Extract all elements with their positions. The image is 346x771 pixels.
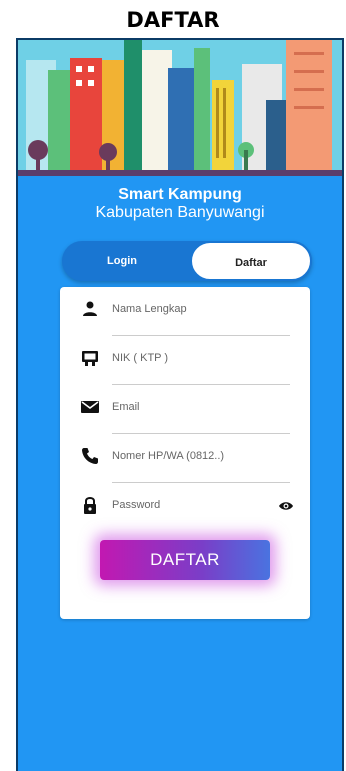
register-form-card: DAFTAR <box>60 287 310 619</box>
id-card-icon <box>82 351 98 366</box>
password-input[interactable] <box>112 495 272 515</box>
phone-screen: Smart Kampung Kabupaten Banyuwangi Login… <box>16 38 344 771</box>
submit-button-wrap: DAFTAR <box>100 540 270 580</box>
phone-input[interactable] <box>112 446 272 466</box>
lock-icon <box>84 497 96 514</box>
app-subtitle: Kabupaten Banyuwangi <box>95 204 265 221</box>
app-title: Smart Kampung <box>118 186 242 203</box>
eye-icon[interactable] <box>278 499 294 513</box>
nik-field <box>80 336 290 385</box>
name-field <box>80 287 290 336</box>
email-field <box>80 385 290 434</box>
daftar-button[interactable]: DAFTAR <box>100 540 270 580</box>
name-input[interactable] <box>112 299 272 319</box>
email-icon <box>81 401 99 413</box>
auth-tab-toggle: Login Daftar <box>62 241 312 281</box>
phone-icon <box>82 448 98 464</box>
screen-caption: DAFTAR <box>126 8 220 32</box>
city-banner-illustration <box>18 40 342 182</box>
tab-daftar[interactable]: Daftar <box>190 241 312 281</box>
phone-field <box>80 434 290 483</box>
nik-input[interactable] <box>112 348 272 368</box>
email-input[interactable] <box>112 397 272 417</box>
password-field <box>80 483 293 532</box>
person-icon <box>83 301 97 316</box>
tab-login[interactable]: Login <box>62 241 182 281</box>
